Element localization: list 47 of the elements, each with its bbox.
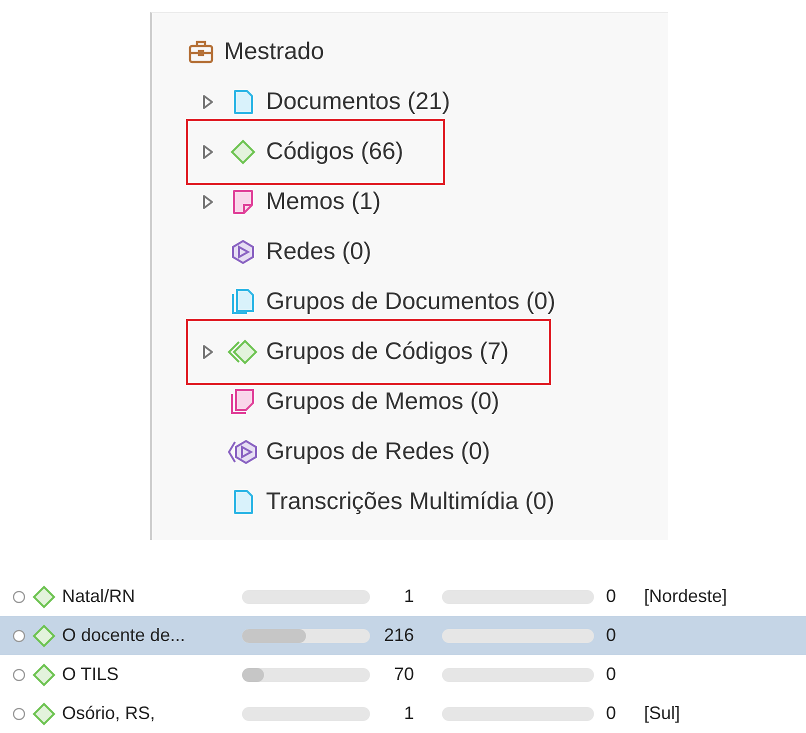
count: 0 (604, 586, 616, 607)
network-icon (229, 238, 257, 266)
diamond-icon (32, 662, 56, 686)
radio-icon[interactable] (12, 706, 26, 720)
diamond-icon (32, 584, 56, 608)
briefcase-icon (187, 38, 215, 66)
code-name: O TILS (62, 664, 120, 685)
tree-item[interactable]: Documentos (21) (266, 88, 450, 116)
code-name: O docente de... (62, 625, 186, 646)
tree-item[interactable]: Memos (1) (266, 188, 381, 216)
tree-item[interactable]: Códigos (66) (266, 138, 404, 166)
tree-item[interactable]: Grupos de Códigos (7) (266, 338, 509, 366)
count: 70 (392, 664, 414, 685)
tree-item[interactable]: Mestrado (224, 38, 324, 66)
count: 0 (604, 703, 616, 724)
code-row[interactable]: Natal/RN 1 0 [Nordeste] (0, 577, 806, 616)
group-tag: [Nordeste] (644, 586, 728, 607)
code-name: Osório, RS, (62, 703, 156, 724)
expand-arrow-icon[interactable] (202, 144, 214, 160)
notes-icon (229, 388, 257, 416)
tree-item[interactable]: Grupos de Memos (0) (266, 388, 500, 416)
count: 1 (402, 703, 414, 724)
tree-item[interactable]: Redes (0) (266, 238, 372, 266)
documents-icon (229, 288, 257, 316)
tree-item[interactable]: Grupos de Redes (0) (266, 438, 490, 466)
group-tag: [Sul] (644, 703, 680, 724)
count: 0 (604, 664, 616, 685)
expand-arrow-icon[interactable] (202, 344, 214, 360)
networks-icon (226, 438, 260, 466)
radio-icon[interactable] (12, 628, 26, 642)
diamond-icon (229, 138, 257, 166)
radio-icon[interactable] (12, 668, 26, 682)
code-row[interactable]: O TILS 70 0 (0, 655, 806, 694)
expand-arrow-icon[interactable] (202, 194, 214, 210)
count: 216 (382, 625, 414, 646)
expand-arrow-icon[interactable] (202, 94, 214, 110)
count: 0 (604, 625, 616, 646)
count: 1 (402, 586, 414, 607)
radio-icon[interactable] (12, 590, 26, 604)
code-row[interactable]: O docente de... 216 0 (0, 616, 806, 655)
tree-item[interactable]: Transcrições Multimídia (0) (266, 488, 555, 516)
diamonds-icon (227, 338, 259, 366)
tree-item[interactable]: Grupos de Documentos (0) (266, 288, 556, 316)
code-name: Natal/RN (62, 586, 136, 607)
code-row[interactable]: Osório, RS, 1 0 [Sul] (0, 694, 806, 733)
diamond-icon (32, 624, 56, 648)
diamond-icon (32, 702, 56, 726)
